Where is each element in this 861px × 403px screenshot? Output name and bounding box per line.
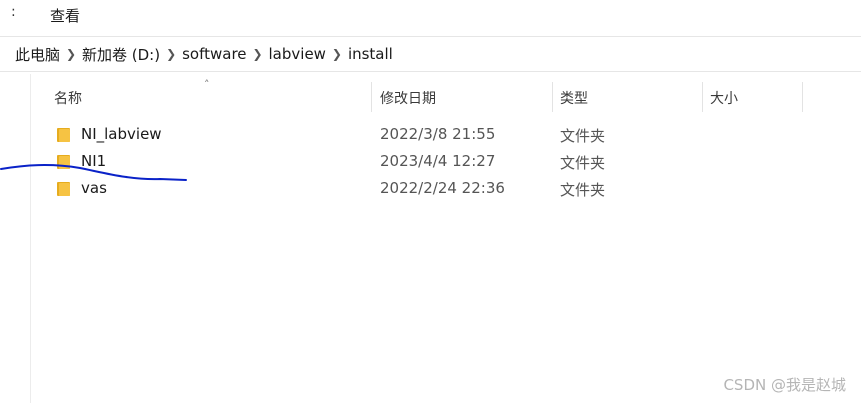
file-name: NI_labview <box>81 125 162 143</box>
file-type: 文件夹 <box>560 154 606 172</box>
view-menu-button[interactable]: 查看 <box>50 5 80 26</box>
file-type: 文件夹 <box>560 127 606 145</box>
file-modified: 2022/2/24 22:36 <box>380 179 505 197</box>
crumb-labview[interactable]: labview <box>269 45 326 63</box>
ribbon-toolbar: : 查看 <box>0 0 861 32</box>
column-resize-handle[interactable] <box>802 82 803 112</box>
crumb-install[interactable]: install <box>348 45 393 63</box>
sort-ascending-icon: ˄ <box>204 78 210 91</box>
chevron-right-icon[interactable]: ❯ <box>160 47 182 61</box>
column-resize-handle[interactable] <box>371 82 372 112</box>
file-modified: 2022/3/8 21:55 <box>380 125 496 143</box>
chevron-right-icon[interactable]: ❯ <box>60 47 82 61</box>
file-modified: 2023/4/4 12:27 <box>380 152 496 170</box>
ribbon-fragment: : <box>11 4 16 20</box>
column-header-type[interactable]: 类型 <box>560 88 588 122</box>
watermark-text: CSDN @我是赵城 <box>723 376 846 394</box>
crumb-software[interactable]: software <box>182 45 246 63</box>
chevron-right-icon[interactable]: ❯ <box>247 47 269 61</box>
folder-icon <box>57 128 70 142</box>
crumb-this-pc[interactable]: 此电脑 <box>15 44 60 65</box>
handwritten-underline-annotation <box>0 164 187 181</box>
file-row-ni-labview[interactable]: NI_labview 2022/3/8 21:55 文件夹 <box>31 122 851 149</box>
chevron-right-icon[interactable]: ❯ <box>326 47 348 61</box>
column-headers: ˄ 名称 修改日期 类型 大小 <box>0 74 861 122</box>
column-header-modified[interactable]: 修改日期 <box>380 88 436 122</box>
file-type: 文件夹 <box>560 181 606 199</box>
column-header-size[interactable]: 大小 <box>710 88 738 122</box>
column-resize-handle[interactable] <box>552 82 553 112</box>
column-resize-handle[interactable] <box>702 82 703 112</box>
file-explorer-window: : 查看 此电脑 ❯ 新加卷 (D:) ❯ software ❯ labview… <box>0 0 861 403</box>
address-bar[interactable]: 此电脑 ❯ 新加卷 (D:) ❯ software ❯ labview ❯ in… <box>0 36 861 72</box>
crumb-drive-d[interactable]: 新加卷 (D:) <box>82 44 160 65</box>
column-header-name[interactable]: 名称 <box>54 88 82 122</box>
